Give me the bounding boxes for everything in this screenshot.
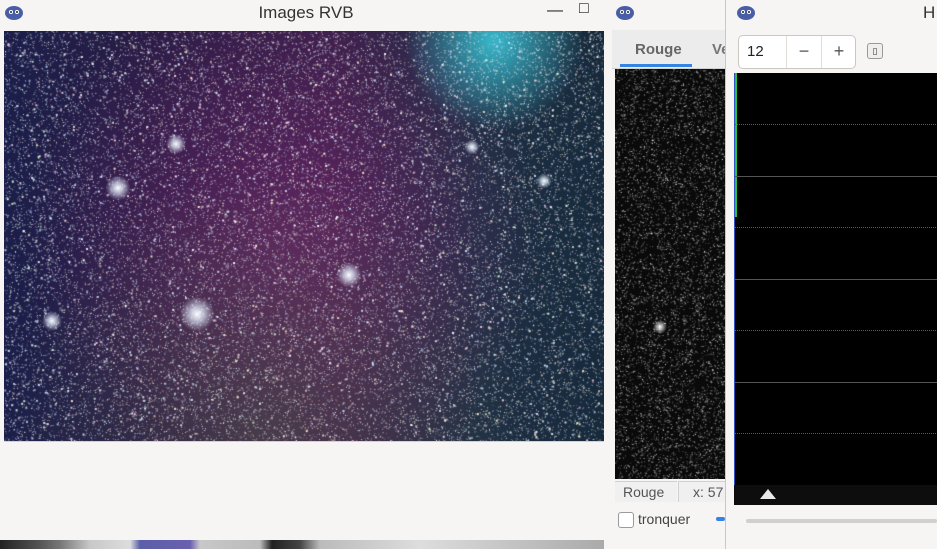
app-icon: [616, 6, 634, 20]
histogram-range-bar: [734, 485, 937, 505]
rgb-empty-area: [4, 441, 604, 532]
bins-spinner[interactable]: 12 − +: [738, 35, 856, 69]
increment-button[interactable]: +: [821, 36, 856, 68]
histogram-window-title: H: [923, 3, 936, 22]
grid-line: [735, 227, 937, 228]
truncate-checkbox[interactable]: [618, 512, 634, 528]
slider-handle[interactable]: [716, 517, 725, 521]
channel-window-titlebar[interactable]: [612, 0, 725, 26]
histogram-slider[interactable]: [746, 519, 937, 523]
rgb-window-titlebar[interactable]: Images RVB — □: [0, 0, 612, 26]
rgb-images-window: Images RVB — □: [0, 0, 613, 549]
status-coordinates: x: 57: [678, 481, 725, 502]
histogram-plot[interactable]: [734, 73, 937, 486]
grid-line: [735, 176, 937, 177]
minimize-button[interactable]: —: [547, 2, 563, 20]
decrement-button[interactable]: −: [786, 36, 821, 68]
grid-line: [735, 124, 937, 125]
thumbnail-strip: [0, 540, 604, 549]
red-channel-image[interactable]: [615, 69, 725, 479]
maximize-button[interactable]: □: [579, 0, 589, 18]
histogram-window-titlebar[interactable]: H: [726, 0, 937, 26]
tab-rouge[interactable]: Rouge: [635, 41, 682, 58]
range-handle-icon[interactable]: [760, 489, 776, 499]
spinner-value[interactable]: 12: [747, 43, 764, 60]
rgb-window-title: Images RVB: [258, 3, 354, 22]
lock-icon[interactable]: ▯: [867, 43, 883, 59]
rgb-star-image[interactable]: [4, 31, 604, 441]
status-channel: Rouge: [615, 481, 677, 502]
channel-window: Rouge Ve Rouge x: 57 tronquer: [612, 0, 726, 549]
grid-line: [735, 279, 937, 280]
grid-line: [735, 330, 937, 331]
active-tab-indicator: [620, 64, 692, 67]
tab-vert[interactable]: Ve: [712, 41, 725, 58]
histogram-window: H 12 − + ▯: [726, 0, 937, 549]
status-coord-label: x: 57: [693, 484, 724, 500]
app-icon: [737, 6, 755, 20]
grid-line: [735, 433, 937, 434]
level-marker: [735, 73, 737, 217]
grid-line: [735, 382, 937, 383]
truncate-label: tronquer: [638, 511, 691, 527]
status-channel-label: Rouge: [623, 484, 665, 500]
